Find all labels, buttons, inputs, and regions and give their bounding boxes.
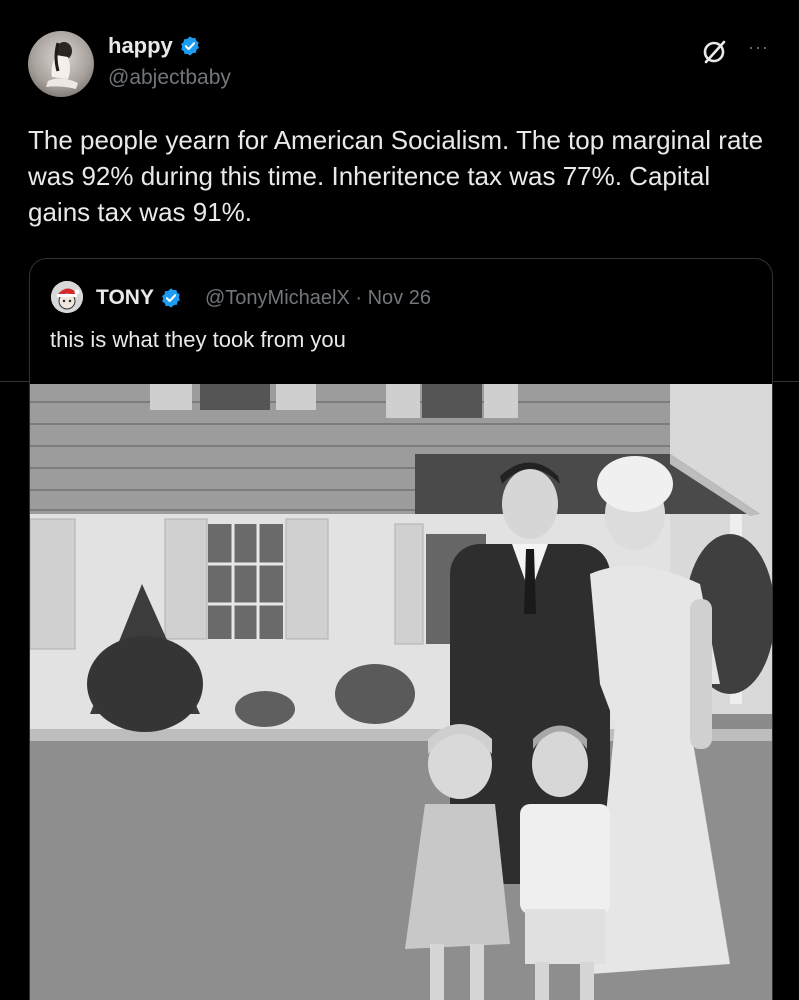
quoted-author-avatar[interactable]: [51, 281, 83, 313]
author-avatar[interactable]: [28, 31, 94, 97]
verified-badge-icon: [162, 288, 180, 308]
quoted-post-photo[interactable]: [30, 384, 772, 1000]
avatar-figure-icon: [46, 42, 78, 89]
verified-badge-icon: [180, 36, 199, 56]
post-header: happy @abjectbaby ···: [0, 0, 799, 110]
quoted-post-text: this is what they took from you: [50, 327, 346, 352]
post-text: The people yearn for American Socialism.…: [28, 125, 764, 227]
quoted-author-name-text[interactable]: TONY: [96, 286, 154, 310]
quoted-post-date[interactable]: Nov 26: [368, 287, 431, 309]
quoted-author-display-name[interactable]: TONY: [96, 286, 182, 310]
quoted-post-card[interactable]: TONY @TonyMichaelX · Nov 26 this is what…: [29, 258, 773, 1000]
author-display-name[interactable]: happy: [108, 33, 201, 59]
quoted-author-handle[interactable]: @TonyMichaelX: [205, 287, 350, 309]
santa-hat-avatar-icon: [51, 281, 83, 313]
author-name-text[interactable]: happy: [108, 33, 173, 59]
quoted-author-meta: @TonyMichaelX · Nov 26: [205, 287, 431, 310]
grok-icon[interactable]: [700, 38, 728, 66]
author-handle[interactable]: @abjectbaby: [108, 66, 231, 90]
meta-separator: ·: [355, 287, 363, 309]
more-options-icon[interactable]: ···: [748, 38, 769, 56]
